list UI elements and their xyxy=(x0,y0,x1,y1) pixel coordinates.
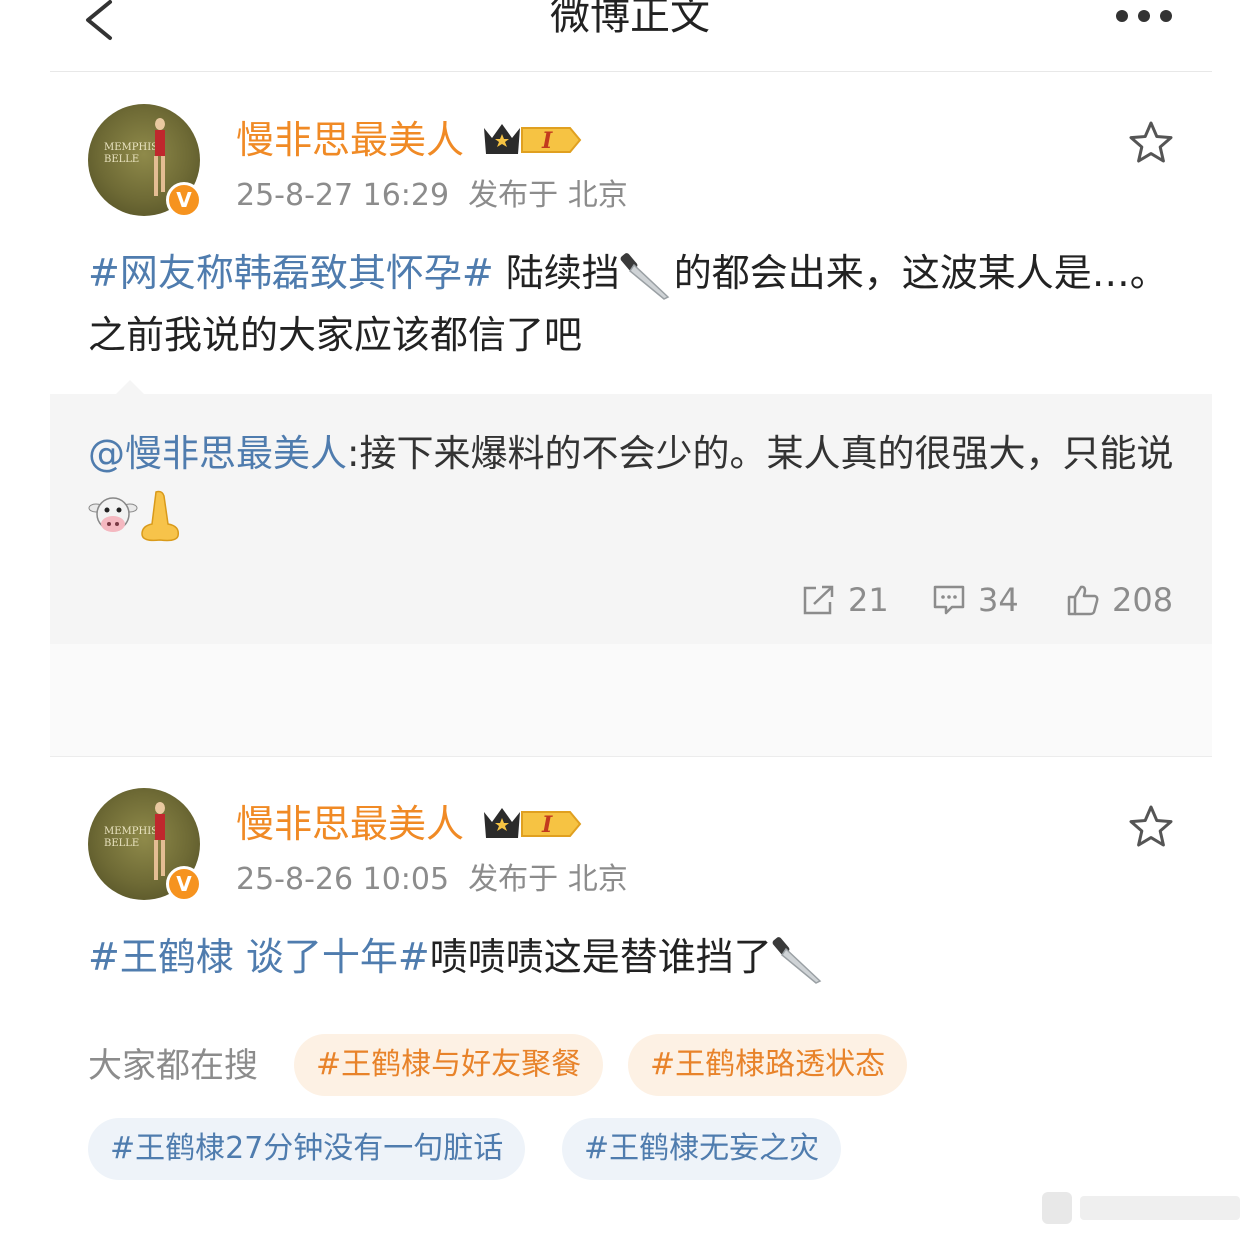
top-bar: 微博正文 xyxy=(0,0,1260,72)
nose-icon xyxy=(141,490,180,541)
divider xyxy=(50,756,1212,757)
comment-icon xyxy=(933,585,965,615)
comment-count: 34 xyxy=(978,581,1019,619)
knife-icon xyxy=(620,252,670,300)
timestamp: 25-8-26 10:05 xyxy=(236,862,450,897)
post-separator xyxy=(50,644,1212,756)
post-text-part: 啧啧啧这是替谁挡了 xyxy=(429,935,772,979)
trending-chip[interactable]: #王鹤棣与好友聚餐 xyxy=(294,1034,604,1096)
post-content: #网友称韩磊致其怀孕# 陆续挡 的都会出来，这波某人是…。之前我说的大家应该都信了… xyxy=(88,242,1178,366)
header-divider xyxy=(50,71,1212,72)
trending-chip[interactable]: #王鹤棣27分钟没有一句脏话 xyxy=(88,1118,526,1180)
topic-link[interactable]: #王鹤棣 谈了十年# xyxy=(88,935,430,979)
post-meta: 25-8-26 10:05 发布于 北京 xyxy=(236,860,628,900)
avatar[interactable]: MEMPHIS BELLE V xyxy=(88,104,202,218)
repost-card[interactable]: @慢非思最美人:接下来爆料的不会少的。某人真的很强大，只能说 xyxy=(50,394,1212,644)
star-icon[interactable] xyxy=(1128,120,1174,166)
post-text-part: 陆续挡 xyxy=(493,251,620,295)
verified-badge: V xyxy=(166,182,202,218)
watermark-icon xyxy=(1042,1192,1240,1224)
username[interactable]: 慢非思最美人 xyxy=(236,800,464,848)
knife-icon xyxy=(772,936,822,984)
avatar-caption: MEMPHIS BELLE xyxy=(104,826,159,849)
star-icon[interactable] xyxy=(1128,804,1174,850)
repost-text: :接下来爆料的不会少的。某人真的很强大，只能说 xyxy=(347,432,1174,475)
crown-badge-icon: I xyxy=(484,124,582,154)
more-dots-icon[interactable] xyxy=(1112,4,1176,24)
cow-face-icon xyxy=(88,496,138,532)
topic-link[interactable]: #网友称韩磊致其怀孕# xyxy=(88,251,494,295)
location: 发布于 北京 xyxy=(468,862,628,897)
avatar-caption: MEMPHIS BELLE xyxy=(104,142,159,165)
avatar[interactable]: MEMPHIS BELLE V xyxy=(88,788,202,902)
trending-label: 大家都在搜 xyxy=(88,1046,258,1086)
crown-level: I xyxy=(541,128,553,154)
post-content: #王鹤棣 谈了十年#啧啧啧这是替谁挡了 xyxy=(88,926,1178,988)
mention-link[interactable]: @慢非思最美人 xyxy=(88,432,347,475)
like-count: 208 xyxy=(1112,581,1174,619)
post-meta: 25-8-27 16:29 发布于 北京 xyxy=(236,176,628,216)
verified-badge: V xyxy=(166,866,202,902)
crown-level: I xyxy=(541,812,553,838)
page-title: 微博正文 xyxy=(550,0,710,39)
share-icon xyxy=(803,585,834,615)
location: 发布于 北京 xyxy=(468,178,628,213)
repost-count: 21 xyxy=(848,581,889,619)
username[interactable]: 慢非思最美人 xyxy=(236,116,464,164)
timestamp: 25-8-27 16:29 xyxy=(236,178,450,213)
crown-badge-icon: I xyxy=(484,808,582,838)
trending-chip[interactable]: #王鹤棣路透状态 xyxy=(628,1034,908,1096)
repost-content: @慢非思最美人:接下来爆料的不会少的。某人真的很强大，只能说 xyxy=(88,424,1178,544)
trending-chip[interactable]: #王鹤棣无妄之灾 xyxy=(562,1118,842,1180)
thumbs-up-icon xyxy=(1067,585,1099,616)
